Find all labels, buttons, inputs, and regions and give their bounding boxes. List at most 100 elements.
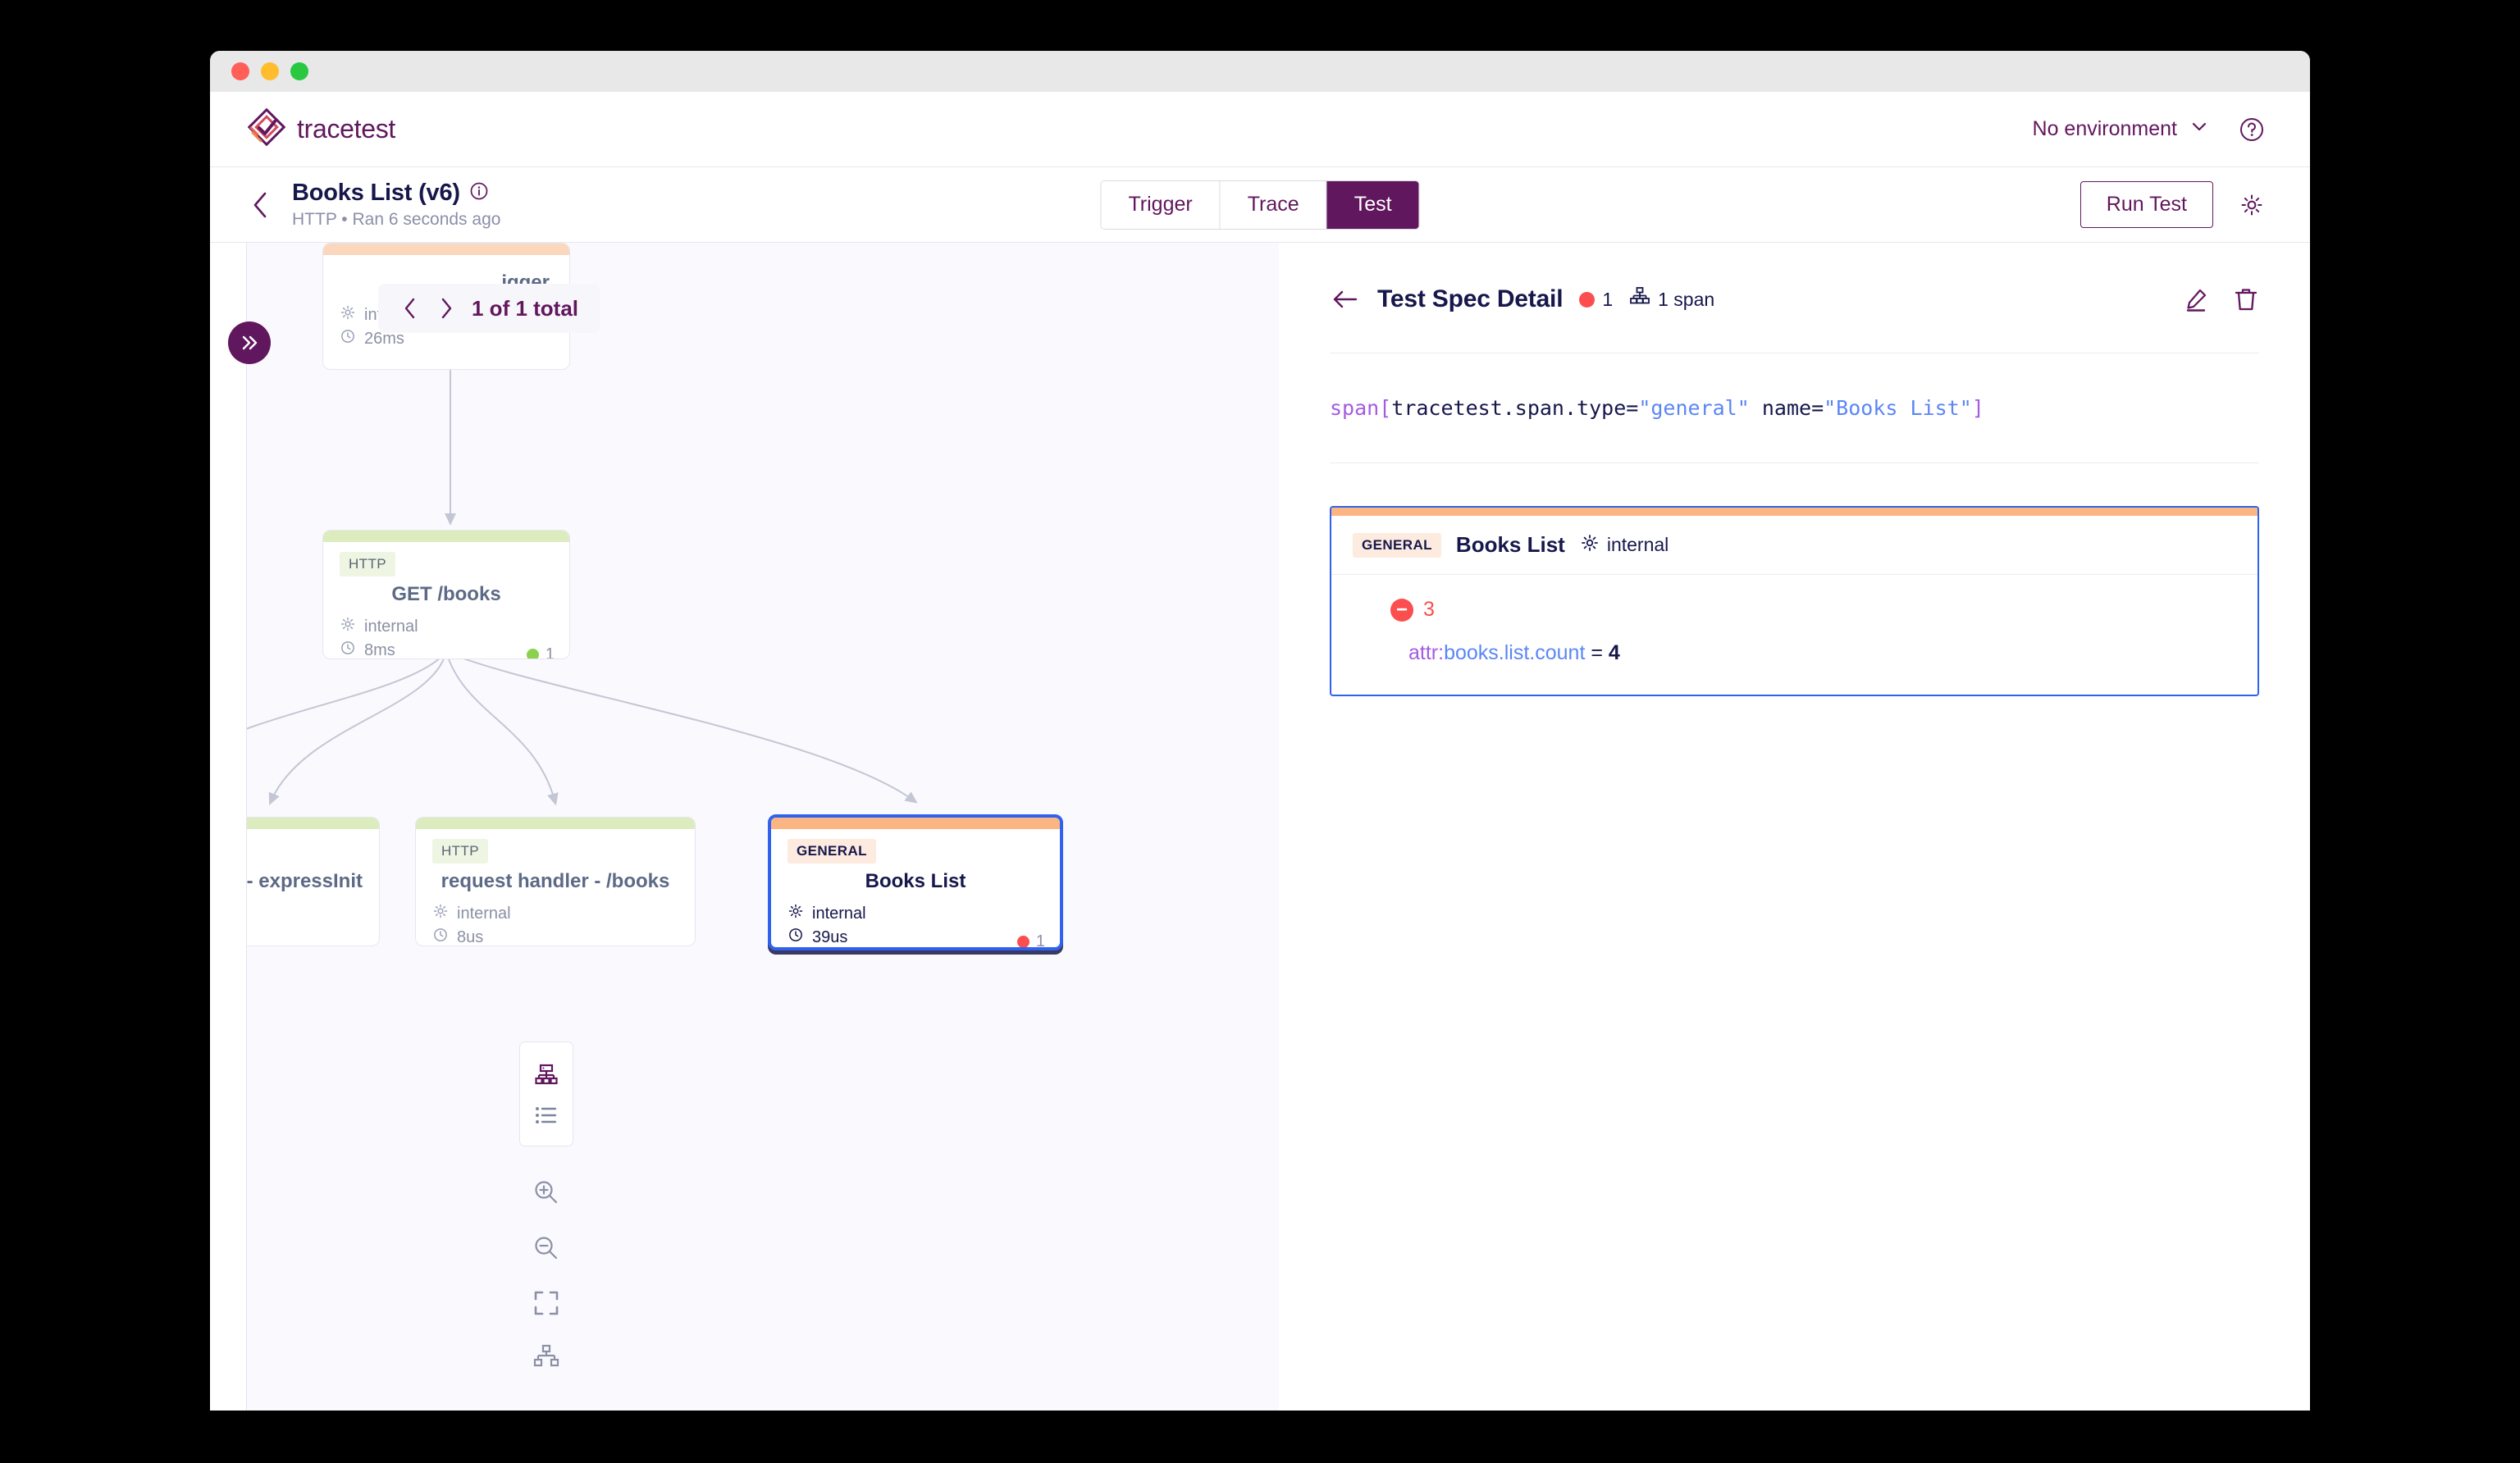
- pencil-icon[interactable]: [2184, 286, 2210, 312]
- info-icon[interactable]: [469, 181, 489, 205]
- window-close-button[interactable]: [231, 62, 249, 80]
- detail-panel-header: Test Spec Detail 1 1 span: [1330, 243, 2259, 313]
- clock-icon: [788, 927, 804, 947]
- settings-gear-icon[interactable]: [2238, 191, 2266, 219]
- selector-token-val2: "Books List": [1824, 396, 1972, 420]
- span-selector-expression[interactable]: span[tracetest.span.type="general" name=…: [1330, 396, 2259, 420]
- back-chevron-icon[interactable]: [248, 188, 274, 222]
- list-icon[interactable]: [533, 1105, 559, 1126]
- nav-right-group: No environment: [2033, 116, 2266, 144]
- main-split-layout: igger internal 26ms: [210, 243, 2310, 1411]
- card-type-badge: GENERAL: [1353, 532, 1441, 558]
- span-result-card[interactable]: GENERAL Books List internal − 3 attr:boo…: [1330, 506, 2259, 696]
- node-title: request handler - /books: [441, 870, 670, 892]
- span-count-label: 1 span: [1658, 288, 1715, 310]
- pagination-next-icon[interactable]: [436, 295, 457, 321]
- detail-back-arrow-icon[interactable]: [1330, 286, 1361, 312]
- trace-node-request-handler-books[interactable]: HTTP request handler - /books internal 8…: [415, 817, 696, 946]
- node-duration: 8us: [457, 927, 484, 946]
- chevron-down-icon: [2189, 116, 2210, 143]
- pagination-prev-icon[interactable]: [399, 295, 421, 321]
- trace-diagram-canvas[interactable]: igger internal 26ms: [247, 243, 1279, 1411]
- environment-selector[interactable]: No environment: [2033, 116, 2210, 143]
- node-inner: HTTP request handler - /books internal 8…: [416, 829, 695, 946]
- brand-logo-group[interactable]: tracetest: [247, 107, 396, 150]
- help-circle-icon[interactable]: [2238, 116, 2266, 144]
- view-mode-toggle: [519, 1041, 573, 1146]
- node-kind: internal: [812, 904, 866, 923]
- count-value: 1: [545, 645, 555, 659]
- test-subtitle: HTTP • Ran 6 seconds ago: [292, 210, 501, 229]
- trace-node-middleware-expressinit[interactable]: ware - expressInit: [247, 817, 380, 946]
- node-kind: internal: [457, 904, 511, 923]
- trace-node-books-list[interactable]: GENERAL Books List internal 39us 1: [768, 814, 1063, 950]
- node-type-badge: HTTP: [340, 552, 395, 577]
- node-kind-row: internal: [788, 903, 1043, 924]
- node-kind: internal: [364, 617, 418, 636]
- gear-icon: [340, 304, 356, 326]
- node-stripe: [323, 244, 569, 255]
- collapsed-sidebar-rail: [210, 243, 247, 1411]
- clock-icon: [340, 640, 356, 659]
- tab-trigger[interactable]: Trigger: [1101, 180, 1221, 229]
- page-title: Books List (v6): [292, 180, 460, 206]
- selector-token-eq2: =: [1811, 396, 1824, 420]
- fit-screen-icon[interactable]: [532, 1289, 560, 1317]
- gear-icon: [1580, 533, 1600, 558]
- window-minimize-button[interactable]: [261, 62, 279, 80]
- node-stripe: [416, 818, 695, 829]
- node-stripe: [247, 818, 379, 829]
- node-duration-row: 8us: [432, 927, 678, 946]
- node-duration-row: 39us: [788, 927, 1043, 947]
- node-duration: 39us: [812, 927, 848, 946]
- node-inner: GENERAL Books List internal 39us 1: [771, 829, 1060, 950]
- node-assertion-count: 1: [526, 645, 555, 659]
- test-tabs: Trigger Trace Test: [1100, 180, 1420, 230]
- zoom-in-icon[interactable]: [532, 1178, 561, 1207]
- trace-node-get-books[interactable]: HTTP GET /books internal 8ms 1: [322, 530, 570, 659]
- browser-window: tracetest No environment Books List (v6)…: [210, 51, 2310, 1411]
- clock-icon: [432, 927, 449, 946]
- node-title: Books List: [865, 870, 966, 892]
- test-title-row: Books List (v6): [292, 180, 500, 207]
- window-maximize-button[interactable]: [290, 62, 308, 80]
- brand-name: tracetest: [297, 114, 396, 144]
- expand-sidebar-button[interactable]: [228, 321, 271, 364]
- node-inner: ware - expressInit: [247, 829, 379, 916]
- node-type-badge: HTTP: [432, 839, 488, 864]
- app-top-nav: tracetest No environment: [210, 92, 2310, 167]
- tab-trace[interactable]: Trace: [1220, 180, 1327, 229]
- run-test-button[interactable]: Run Test: [2079, 181, 2213, 228]
- fail-status-dot: [1579, 291, 1596, 308]
- node-duration: 8ms: [364, 640, 395, 659]
- sitemap-icon[interactable]: [533, 1062, 559, 1088]
- status-dot: [526, 649, 539, 659]
- minus-circle-icon: −: [1390, 598, 1413, 622]
- spans-icon: [1629, 286, 1650, 312]
- assertion-summary-row: − 3: [1390, 598, 2236, 622]
- tab-test[interactable]: Test: [1326, 180, 1419, 229]
- selector-token-key1: tracetest.span.type: [1391, 396, 1627, 420]
- diagram-toolbar: [519, 1041, 573, 1384]
- count-value: 1: [1035, 932, 1045, 950]
- hierarchy-icon[interactable]: [532, 1343, 560, 1371]
- gear-icon: [788, 903, 804, 924]
- node-stripe: [771, 818, 1060, 829]
- header-actions: Run Test: [2079, 181, 2266, 228]
- selector-token-val1: "general": [1638, 396, 1750, 420]
- expr-operator: =: [1591, 641, 1603, 664]
- assertion-count: 3: [1423, 598, 1435, 621]
- zoom-out-icon[interactable]: [532, 1233, 561, 1263]
- gear-icon: [432, 903, 449, 924]
- gear-icon: [340, 616, 356, 637]
- selector-token-suffix: ]: [1971, 396, 1984, 420]
- span-count-indicator: 1 span: [1629, 286, 1714, 312]
- assertion-expression: attr:books.list.count = 4: [1408, 641, 2236, 665]
- selector-token-span: span[: [1330, 396, 1392, 420]
- span-pagination: 1 of 1 total: [378, 284, 600, 333]
- selector-token-key2: name: [1761, 396, 1812, 420]
- detail-panel-title: Test Spec Detail: [1377, 285, 1564, 312]
- node-kind-row: internal: [340, 616, 553, 637]
- expr-expected-value: 4: [1608, 641, 1620, 664]
- trash-icon[interactable]: [2233, 286, 2259, 312]
